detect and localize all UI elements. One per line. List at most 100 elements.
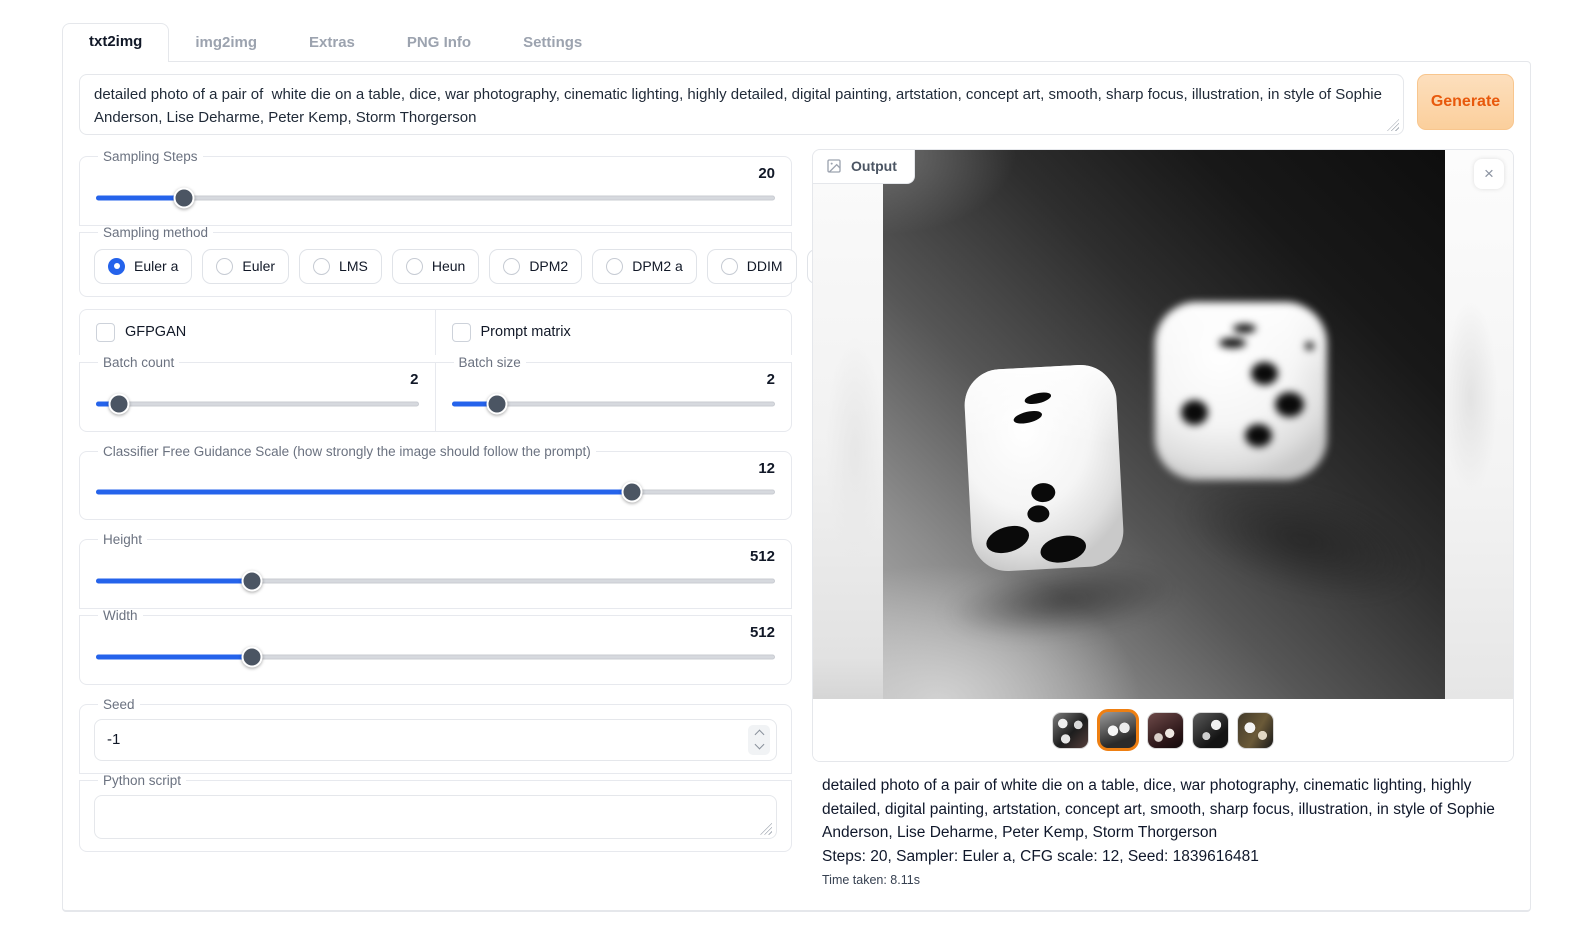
txt2img-panel: detailed photo of a pair of white die on…: [62, 61, 1531, 912]
prompt-matrix-label: Prompt matrix: [481, 324, 571, 340]
thumbnail-5[interactable]: [1237, 712, 1274, 749]
radio-icon: [406, 258, 423, 275]
batch-count-slider[interactable]: [96, 393, 419, 415]
time-taken: Time taken: 8.11s: [822, 871, 1508, 890]
cfg-scale-slider[interactable]: [96, 481, 775, 503]
checkbox-icon: [452, 323, 471, 342]
batch-size-slider[interactable]: [452, 393, 776, 415]
sampler-option-label: Euler: [242, 258, 275, 274]
slider-handle[interactable]: [242, 571, 263, 592]
slider-fill: [96, 490, 632, 495]
tab-settings[interactable]: Settings: [497, 25, 608, 61]
python-script-label: Python script: [98, 773, 186, 788]
sampler-option-label: LMS: [339, 258, 368, 274]
tab-txt2img[interactable]: txt2img: [62, 23, 169, 62]
gallery-next-preview: [1442, 150, 1513, 701]
radio-icon: [216, 258, 233, 275]
gfpgan-checkbox[interactable]: GFPGAN: [80, 310, 436, 355]
app-window: txt2img img2img Extras PNG Info Settings…: [62, 22, 1531, 912]
height-slider[interactable]: [96, 570, 775, 592]
slider-fill: [96, 654, 252, 659]
radio-icon: [606, 258, 623, 275]
number-spinner[interactable]: [748, 725, 770, 755]
settings-column: Sampling Steps 20 Sampling method Euler …: [79, 149, 792, 864]
chevron-down-icon[interactable]: [754, 740, 764, 750]
sampler-option-euler[interactable]: Euler: [202, 249, 289, 284]
tab-png-info[interactable]: PNG Info: [381, 25, 497, 61]
sampler-option-ddim[interactable]: DDIM: [707, 249, 797, 284]
close-icon[interactable]: ×: [1474, 159, 1504, 189]
seed-input[interactable]: [107, 731, 748, 748]
tab-bar: txt2img img2img Extras PNG Info Settings: [62, 22, 1531, 61]
cfg-scale-group: Classifier Free Guidance Scale (how stro…: [79, 444, 792, 521]
seed-label: Seed: [98, 697, 140, 712]
sampling-steps-value: 20: [94, 165, 775, 184]
sampling-method-label: Sampling method: [98, 225, 213, 240]
cfg-scale-label: Classifier Free Guidance Scale (how stro…: [98, 444, 596, 459]
thumbnail-4[interactable]: [1192, 712, 1229, 749]
width-label: Width: [98, 608, 143, 623]
output-gallery: Output ×: [812, 149, 1514, 762]
radio-icon: [721, 258, 738, 275]
sampler-option-dpm2[interactable]: DPM2: [489, 249, 582, 284]
sampler-option-lms[interactable]: LMS: [299, 249, 382, 284]
sampler-option-label: Heun: [432, 258, 465, 274]
output-label-text: Output: [851, 158, 897, 174]
generated-image[interactable]: [883, 150, 1445, 701]
caption-prompt: detailed photo of a pair of white die on…: [822, 774, 1508, 845]
batch-size-value: 2: [450, 371, 776, 390]
slider-handle[interactable]: [108, 393, 129, 414]
sampler-option-label: Euler a: [134, 258, 178, 274]
height-value: 512: [94, 548, 775, 567]
output-panel-label: Output: [813, 150, 915, 184]
width-group: Width 512: [79, 608, 792, 685]
python-script-input[interactable]: [95, 796, 776, 838]
height-label: Height: [98, 532, 147, 547]
sampling-steps-label: Sampling Steps: [98, 149, 203, 164]
batch-count-label: Batch count: [98, 355, 179, 370]
sampling-steps-slider[interactable]: [96, 187, 775, 209]
tab-img2img[interactable]: img2img: [169, 25, 283, 61]
thumbnail-1[interactable]: [1052, 712, 1089, 749]
slider-track: [96, 195, 775, 200]
image-icon: [826, 158, 842, 174]
tab-extras[interactable]: Extras: [283, 25, 381, 61]
caption-params: Steps: 20, Sampler: Euler a, CFG scale: …: [822, 845, 1508, 869]
gallery-prev-preview: [813, 150, 883, 701]
batch-size-group: Batch size 2: [436, 355, 793, 432]
generate-button[interactable]: Generate: [1417, 74, 1514, 130]
prompt-box: detailed photo of a pair of white die on…: [79, 74, 1404, 135]
python-script-group: Python script: [79, 773, 792, 852]
slider-handle[interactable]: [622, 482, 643, 503]
slider-fill: [96, 195, 184, 200]
gallery-thumbnails: [813, 699, 1513, 761]
focused-die: [963, 363, 1125, 573]
slider-handle[interactable]: [174, 187, 195, 208]
blurred-die: [1155, 302, 1327, 480]
sampler-option-label: DDIM: [747, 258, 783, 274]
generation-info: detailed photo of a pair of white die on…: [812, 762, 1514, 890]
sampler-option-euler-a[interactable]: Euler a: [94, 249, 192, 284]
width-slider[interactable]: [96, 646, 775, 668]
postprocess-options-row: GFPGAN Prompt matrix: [79, 309, 792, 355]
sampling-steps-group: Sampling Steps 20: [79, 149, 792, 226]
sampler-option-label: DPM2: [529, 258, 568, 274]
batch-size-label: Batch size: [454, 355, 526, 370]
batch-count-group: Batch count 2: [79, 355, 436, 432]
output-column: Output × detailed photo of a pair of whi…: [812, 149, 1514, 890]
slider-handle[interactable]: [486, 393, 507, 414]
cfg-scale-value: 12: [94, 460, 775, 479]
thumbnail-3[interactable]: [1147, 712, 1184, 749]
height-group: Height 512: [79, 532, 792, 609]
radio-icon: [503, 258, 520, 275]
batch-count-value: 2: [94, 371, 419, 390]
thumbnail-2-selected[interactable]: [1097, 709, 1139, 751]
slider-track: [96, 401, 419, 406]
radio-icon: [313, 258, 330, 275]
prompt-input[interactable]: detailed photo of a pair of white die on…: [80, 75, 1403, 129]
prompt-matrix-checkbox[interactable]: Prompt matrix: [436, 310, 792, 355]
slider-handle[interactable]: [242, 646, 263, 667]
checkbox-icon: [96, 323, 115, 342]
sampler-option-heun[interactable]: Heun: [392, 249, 479, 284]
sampler-option-dpm2-a[interactable]: DPM2 a: [592, 249, 697, 284]
